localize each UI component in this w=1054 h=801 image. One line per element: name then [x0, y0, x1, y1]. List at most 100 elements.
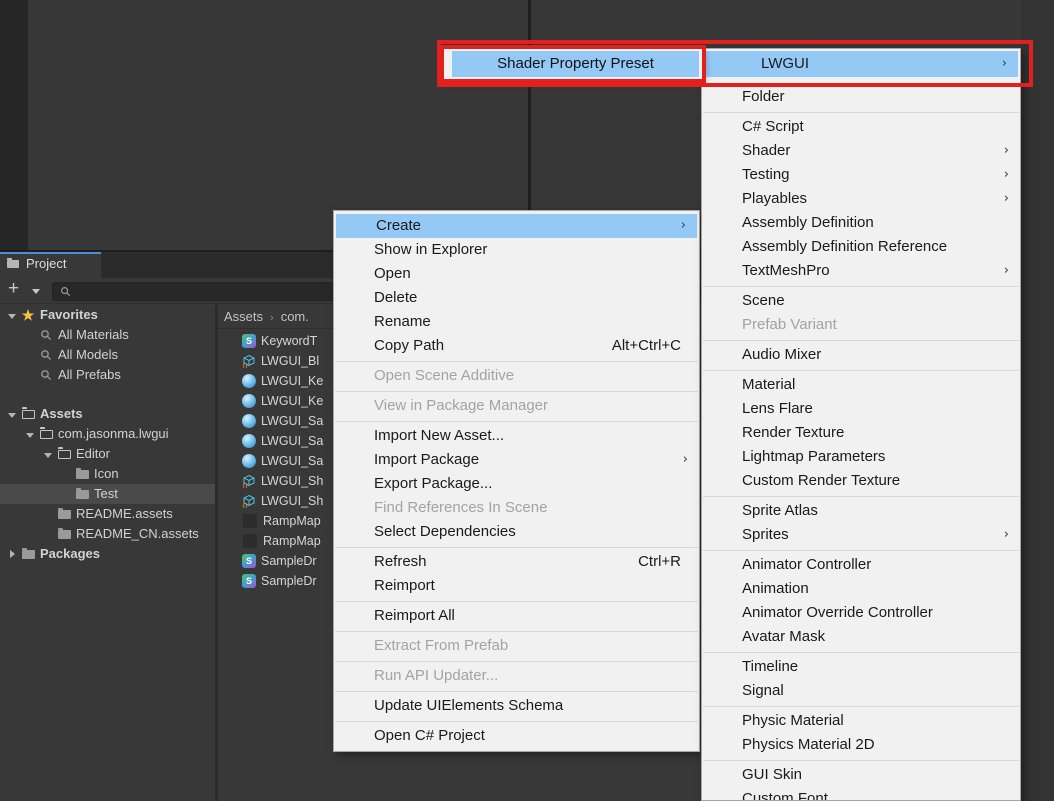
tree-item-editor[interactable]: Editor [0, 444, 215, 464]
tree-item-label: Icon [94, 464, 119, 484]
menu-item-label: Custom Render Texture [742, 472, 900, 489]
menu-item-folder[interactable]: Folder [702, 85, 1020, 109]
menu-item-material[interactable]: Material [702, 373, 1020, 397]
menu-item-assembly-definition-reference[interactable]: Assembly Definition Reference [702, 235, 1020, 259]
menu-item-render-texture[interactable]: Render Texture [702, 421, 1020, 445]
menu-item-lwgui[interactable]: LWGUI› [704, 51, 1018, 77]
submenu-arrow-icon: › [683, 448, 688, 472]
menu-item-audio-mixer[interactable]: Audio Mixer [702, 343, 1020, 367]
tree-expand-arrow-icon[interactable] [4, 404, 20, 424]
menu-item-update-uielements-schema[interactable]: Update UIElements Schema [334, 694, 699, 718]
menu-item-lens-flare[interactable]: Lens Flare [702, 397, 1020, 421]
tree-item-packages[interactable]: Packages [0, 544, 215, 564]
menu-item-rename[interactable]: Rename [334, 310, 699, 334]
menu-item-create[interactable]: Create› [336, 214, 697, 238]
tree-item-label: All Materials [58, 325, 129, 345]
menu-item-refresh[interactable]: RefreshCtrl+R [334, 550, 699, 574]
menu-item-label: Scene [742, 292, 785, 309]
menu-item-reimport[interactable]: Reimport [334, 574, 699, 598]
menu-item-gui-skin[interactable]: GUI Skin [702, 763, 1020, 787]
material-icon [242, 374, 256, 388]
menu-item-physic-material[interactable]: Physic Material [702, 709, 1020, 733]
menu-item-lightmap-parameters[interactable]: Lightmap Parameters [702, 445, 1020, 469]
menu-item-scene[interactable]: Scene [702, 289, 1020, 313]
menu-item-custom-render-texture[interactable]: Custom Render Texture [702, 469, 1020, 493]
menu-item-label: Animator Override Controller [742, 604, 933, 621]
menu-item-label: Create [376, 217, 421, 234]
menu-item-sprites[interactable]: Sprites› [702, 523, 1020, 547]
menu-item-import-package[interactable]: Import Package› [334, 448, 699, 472]
tree-item-readme-cn-assets[interactable]: README_CN.assets [0, 524, 215, 544]
tree-item-assets[interactable]: Assets [0, 404, 215, 424]
tree-item-all-materials[interactable]: All Materials [0, 325, 215, 345]
file-item-label: LWGUI_Sh [261, 494, 323, 508]
menu-item-label: Select Dependencies [374, 523, 516, 540]
menu-item-timeline[interactable]: Timeline [702, 655, 1020, 679]
menu-item-label: GUI Skin [742, 766, 802, 783]
menu-item-reimport-all[interactable]: Reimport All [334, 604, 699, 628]
menu-item-animator-override-controller[interactable]: Animator Override Controller [702, 601, 1020, 625]
menu-shortcut: Alt+Ctrl+C [612, 334, 681, 358]
menu-item-label: Lens Flare [742, 400, 813, 417]
menu-item-playables[interactable]: Playables› [702, 187, 1020, 211]
tree-item-com-jasonma-lwgui[interactable]: com.jasonma.lwgui [0, 424, 215, 444]
menu-item-shader-property-preset[interactable]: Shader Property Preset [452, 51, 699, 77]
menu-item-label: Physic Material [742, 712, 844, 729]
add-asset-button[interactable]: + [4, 279, 44, 301]
menu-item-assembly-definition[interactable]: Assembly Definition [702, 211, 1020, 235]
menu-item-run-api-updater: Run API Updater... [334, 664, 699, 688]
menu-item-export-package[interactable]: Export Package... [334, 472, 699, 496]
menu-item-label: Open [374, 265, 411, 282]
menu-item-label: Export Package... [374, 475, 492, 492]
menu-item-textmeshpro[interactable]: TextMeshPro› [702, 259, 1020, 283]
menu-item-label: Run API Updater... [374, 667, 498, 684]
tree-item-test[interactable]: Test [0, 484, 215, 504]
tree-item-icon[interactable]: Icon [0, 464, 215, 484]
menu-item-label: Delete [374, 289, 417, 306]
menu-item-delete[interactable]: Delete [334, 286, 699, 310]
menu-item-show-in-explorer[interactable]: Show in Explorer [334, 238, 699, 262]
tree-item-favorites[interactable]: ★Favorites [0, 305, 215, 325]
menu-item-label: Sprites [742, 526, 789, 543]
tab-project[interactable]: Project [0, 252, 101, 278]
tree-item-readme-assets[interactable]: README.assets [0, 504, 215, 524]
menu-item-testing[interactable]: Testing› [702, 163, 1020, 187]
material-icon [242, 434, 256, 448]
tree-item-all-prefabs[interactable]: All Prefabs [0, 365, 215, 385]
menu-item-custom-font[interactable]: Custom Font [702, 787, 1020, 801]
breadcrumb-item[interactable]: Assets [224, 305, 263, 328]
breadcrumb-item[interactable]: com. [281, 305, 309, 328]
menu-item-shader[interactable]: Shader› [702, 139, 1020, 163]
file-item-label: SampleDr [261, 574, 317, 588]
tree-expand-arrow-icon[interactable] [40, 444, 56, 464]
menu-item-open[interactable]: Open [334, 262, 699, 286]
tree-collapse-arrow-icon[interactable] [4, 544, 20, 564]
menu-item-animator-controller[interactable]: Animator Controller [702, 553, 1020, 577]
menu-item-label: Animation [742, 580, 809, 597]
menu-item-import-new-asset[interactable]: Import New Asset... [334, 424, 699, 448]
search-icon [38, 349, 54, 361]
menu-item-label: Animator Controller [742, 556, 871, 573]
tree-item-all-models[interactable]: All Models [0, 345, 215, 365]
menu-item-select-dependencies[interactable]: Select Dependencies [334, 520, 699, 544]
menu-gap [702, 77, 1020, 85]
menu-item-label: Prefab Variant [742, 316, 837, 333]
tree-expand-arrow-icon[interactable] [22, 424, 38, 444]
menu-item-avatar-mask[interactable]: Avatar Mask [702, 625, 1020, 649]
menu-item-open-c-project[interactable]: Open C# Project [334, 724, 699, 748]
menu-item-copy-path[interactable]: Copy PathAlt+Ctrl+C [334, 334, 699, 358]
tree-expand-arrow-icon[interactable] [4, 305, 20, 325]
texture-icon [242, 513, 258, 529]
menu-item-extract-from-prefab: Extract From Prefab [334, 634, 699, 658]
menu-item-signal[interactable]: Signal [702, 679, 1020, 703]
file-item-label: LWGUI_Ke [261, 394, 323, 408]
file-item-label: LWGUI_Sh [261, 474, 323, 488]
menu-item-animation[interactable]: Animation [702, 577, 1020, 601]
menu-item-physics-material-2d[interactable]: Physics Material 2D [702, 733, 1020, 757]
material-icon [242, 414, 256, 428]
menu-shortcut: Ctrl+R [638, 550, 681, 574]
menu-item-c-script[interactable]: C# Script [702, 115, 1020, 139]
submenu-arrow-icon: › [1004, 187, 1009, 211]
folder-open-icon [56, 450, 72, 459]
menu-item-sprite-atlas[interactable]: Sprite Atlas [702, 499, 1020, 523]
